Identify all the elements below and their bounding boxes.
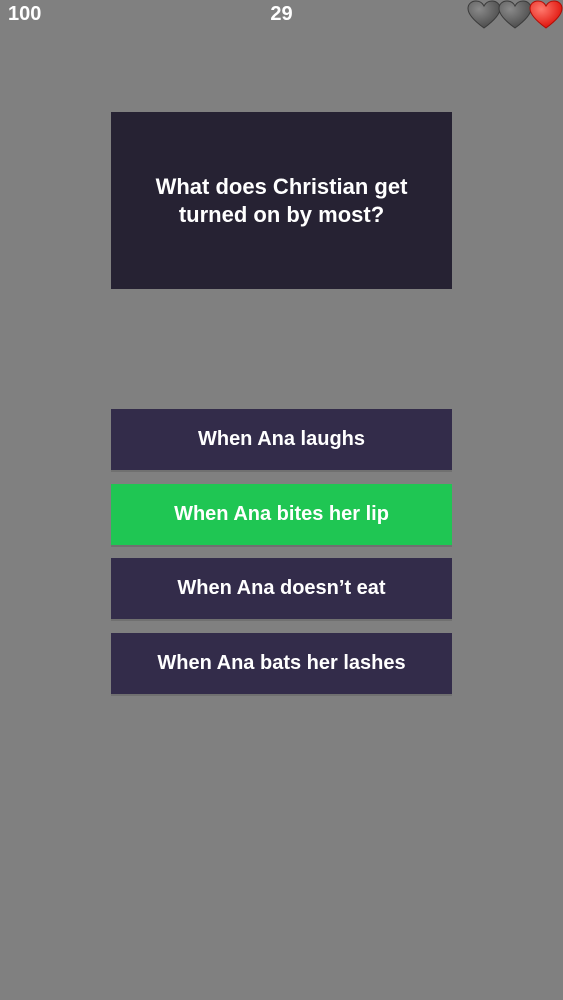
answer-button-2-correct[interactable]: When Ana bites her lip (111, 484, 452, 545)
answer-button-1[interactable]: When Ana laughs (111, 409, 452, 470)
heart-icon-lost (498, 0, 532, 30)
question-text: What does Christian get turned on by mos… (155, 173, 408, 227)
answer-button-4[interactable]: When Ana bats her lashes (111, 633, 452, 694)
question-card: What does Christian get turned on by mos… (111, 112, 452, 289)
heart-icon-full (529, 0, 563, 30)
heart-icon-lost (467, 0, 501, 30)
lives-indicator (467, 0, 563, 30)
answer-button-3[interactable]: When Ana doesn’t eat (111, 558, 452, 619)
